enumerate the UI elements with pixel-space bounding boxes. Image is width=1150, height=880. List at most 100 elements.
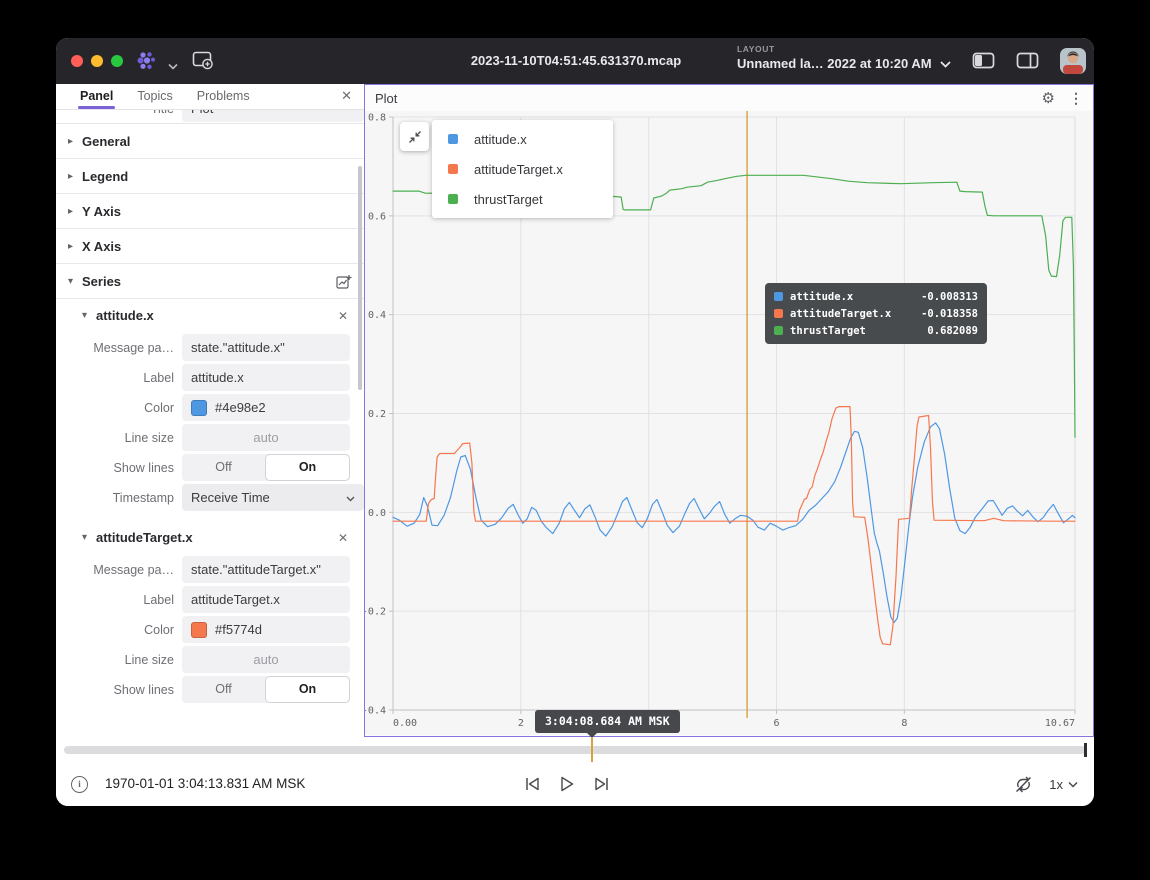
timestamp-select[interactable]: Receive Time (182, 484, 364, 511)
color-field[interactable]: #4e98e2 (182, 394, 350, 421)
color-swatch[interactable] (191, 400, 207, 416)
svg-text:2: 2 (518, 718, 524, 729)
svg-text:0.4: 0.4 (368, 310, 386, 321)
svg-text:0.00: 0.00 (393, 718, 417, 729)
play-button[interactable] (559, 775, 575, 793)
hover-values-tooltip: attitude.x -0.008313 attitudeTarget.x -0… (765, 283, 987, 344)
series-color-swatch (774, 326, 783, 335)
section-legend[interactable]: ▸ Legend (56, 159, 364, 194)
sidebar-tabs: Panel Topics Problems ✕ (56, 84, 364, 110)
settings-sidebar: Panel Topics Problems ✕ Title Plot ▸ Gen… (56, 84, 364, 737)
section-y-axis[interactable]: ▸ Y Axis (56, 194, 364, 229)
color-field[interactable]: #f5774d (182, 616, 350, 643)
caret-down-icon: ▾ (68, 276, 82, 287)
label-row: Label (56, 585, 364, 614)
caret-down-icon: ▾ (82, 532, 96, 543)
series-label-input[interactable] (182, 364, 350, 391)
plot-panel-title: Plot (375, 91, 397, 106)
section-general[interactable]: ▸ General (56, 124, 364, 159)
playback-options: 1x (1014, 762, 1078, 806)
data-source-info-icon[interactable]: i (71, 776, 88, 793)
label-row: Label (56, 363, 364, 392)
show-lines-row: Show lines Off On (56, 453, 364, 482)
seek-backward-button[interactable] (524, 776, 541, 792)
minimize-window-button[interactable] (91, 55, 103, 67)
scrubber-track[interactable] (64, 746, 1086, 754)
show-lines-off-button[interactable]: Off (182, 676, 265, 703)
panel-settings-gear-icon[interactable]: ⚙ (1042, 89, 1055, 107)
remove-series-icon[interactable]: ✕ (338, 309, 352, 323)
legend-item-attitude-x[interactable]: attitude.x (432, 124, 613, 154)
add-series-icon[interactable] (336, 274, 352, 289)
svg-text:0.8: 0.8 (368, 113, 386, 124)
chevron-down-icon (1068, 781, 1078, 788)
message-path-row: Message pa… (56, 555, 364, 584)
toggle-right-sidebar-icon[interactable] (1016, 52, 1039, 74)
user-avatar[interactable] (1060, 48, 1086, 74)
tab-panel[interactable]: Panel (68, 84, 125, 109)
tab-problems[interactable]: Problems (185, 84, 262, 109)
playback-controls (524, 762, 610, 806)
plot-panel[interactable]: Plot ⚙ ⋮ 0.80.60.40.20.0-0.2-0.40.002468… (364, 84, 1094, 737)
title-field-input[interactable]: Plot (182, 110, 364, 122)
series-editor-attitude-x-header[interactable]: ▾ attitude.x ✕ (56, 299, 364, 332)
collapse-arrows-icon (408, 130, 422, 144)
svg-text:0.0: 0.0 (368, 508, 386, 519)
foxglove-logo-icon[interactable] (136, 51, 158, 76)
remove-series-icon[interactable]: ✕ (338, 531, 352, 545)
main-content: Panel Topics Problems ✕ Title Plot ▸ Gen… (56, 84, 1094, 737)
color-row: Color #4e98e2 (56, 393, 364, 422)
sidebar-close-icon[interactable]: ✕ (341, 88, 352, 104)
plot-legend: attitude.x attitudeTarget.x thrustTarget (432, 120, 613, 218)
show-lines-on-button[interactable]: On (266, 455, 349, 480)
sidebar-scrollbar[interactable] (358, 166, 362, 390)
legend-item-thrust-target[interactable]: thrustTarget (432, 184, 613, 214)
color-swatch[interactable] (191, 622, 207, 638)
tab-topics[interactable]: Topics (125, 84, 184, 109)
current-timestamp: 1970-01-01 3:04:13.831 AM MSK (105, 762, 305, 806)
maximize-window-button[interactable] (111, 55, 123, 67)
show-lines-off-button[interactable]: Off (182, 454, 265, 481)
caret-right-icon: ▸ (68, 171, 82, 182)
show-lines-toggle: Off On (182, 454, 350, 481)
caret-down-icon: ▾ (82, 310, 96, 321)
series-color-swatch (448, 164, 458, 174)
seek-time-tooltip: 3:04:08.684 AM MSK (535, 710, 680, 733)
loop-off-icon[interactable] (1014, 776, 1033, 793)
layout-chevron-down-icon (940, 60, 951, 68)
line-size-row: Line size (56, 423, 364, 452)
seek-forward-button[interactable] (593, 776, 610, 792)
message-path-input[interactable] (182, 334, 350, 361)
section-series[interactable]: ▾ Series (56, 264, 364, 299)
series-label-input[interactable] (182, 586, 350, 613)
legend-item-attitude-target-x[interactable]: attitudeTarget.x (432, 154, 613, 184)
add-panel-icon[interactable] (192, 51, 214, 75)
tooltip-row: attitude.x -0.008313 (774, 288, 978, 305)
message-path-input[interactable] (182, 556, 350, 583)
toggle-left-sidebar-icon[interactable] (972, 52, 995, 74)
layout-selector[interactable]: LAYOUT Unnamed la… 2022 at 10:20 AM (737, 44, 957, 71)
panel-menu-kebab-icon[interactable]: ⋮ (1069, 90, 1083, 107)
series-color-swatch (774, 309, 783, 318)
line-size-input[interactable] (182, 424, 350, 451)
app-menu-chevron-icon[interactable] (168, 57, 178, 75)
line-size-row: Line size (56, 645, 364, 674)
close-window-button[interactable] (71, 55, 83, 67)
title-field-label: Title (80, 110, 182, 116)
playback-speed-selector[interactable]: 1x (1049, 777, 1078, 792)
svg-text:-0.4: -0.4 (365, 706, 386, 717)
line-size-input[interactable] (182, 646, 350, 673)
series-editor-attitude-target-x-header[interactable]: ▾ attitudeTarget.x ✕ (56, 521, 364, 554)
app-window: 2023-11-10T04:51:45.631370.mcap LAYOUT U… (56, 38, 1094, 806)
show-lines-on-button[interactable]: On (266, 677, 349, 702)
svg-text:0.2: 0.2 (368, 409, 386, 420)
tooltip-row: attitudeTarget.x -0.018358 (774, 305, 978, 322)
show-lines-toggle: Off On (182, 676, 350, 703)
desktop-background: 2023-11-10T04:51:45.631370.mcap LAYOUT U… (0, 0, 1150, 880)
title-field-row-clipped: Title Plot (56, 110, 364, 124)
svg-text:8: 8 (901, 718, 907, 729)
section-x-axis[interactable]: ▸ X Axis (56, 229, 364, 264)
legend-collapse-button[interactable] (400, 122, 429, 151)
playback-bar: i 1970-01-01 3:04:13.831 AM MSK (56, 762, 1094, 806)
caret-right-icon: ▸ (68, 241, 82, 252)
